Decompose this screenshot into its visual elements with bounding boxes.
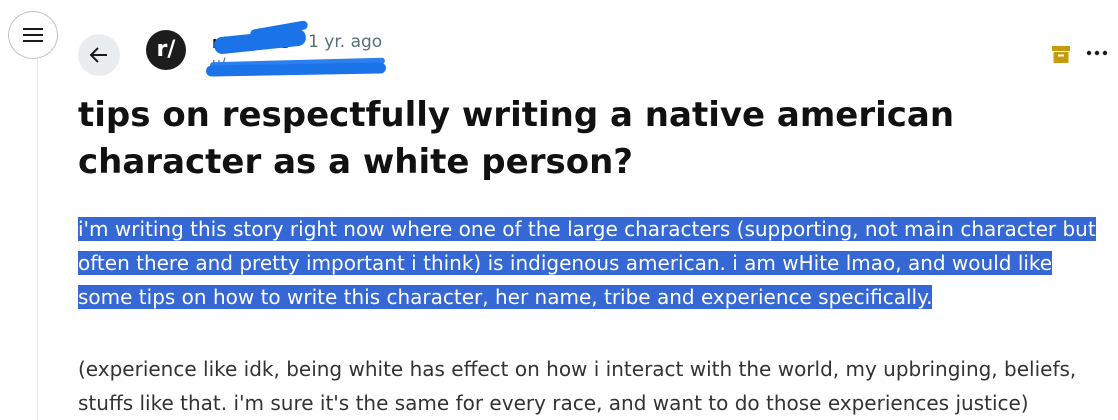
post-timestamp: 1 yr. ago — [308, 32, 383, 52]
archive-icon[interactable] — [1050, 43, 1072, 65]
redaction-mark — [205, 62, 387, 77]
post-body: i'm writing this story right now where o… — [78, 212, 1108, 420]
back-button[interactable] — [78, 34, 120, 76]
left-rail-divider — [37, 58, 38, 420]
menu-button[interactable] — [8, 11, 58, 59]
post-paragraph: (experience like idk, being white has ef… — [78, 357, 1077, 415]
selected-text: i'm writing this story right now where o… — [78, 217, 1096, 309]
avatar-label: r/ — [156, 37, 176, 62]
back-arrow-icon — [89, 47, 107, 63]
subreddit-avatar[interactable]: r/ — [146, 30, 186, 70]
post-title: tips on respectfully writing a native am… — [78, 95, 955, 182]
archive-icon-graphic — [1052, 46, 1070, 63]
post-paragraph-selected: i'm writing this story right now where o… — [78, 212, 1108, 314]
more-options-icon — [1086, 50, 1108, 56]
hamburger-menu-icon — [23, 28, 43, 42]
more-options-button[interactable] — [1084, 42, 1110, 64]
